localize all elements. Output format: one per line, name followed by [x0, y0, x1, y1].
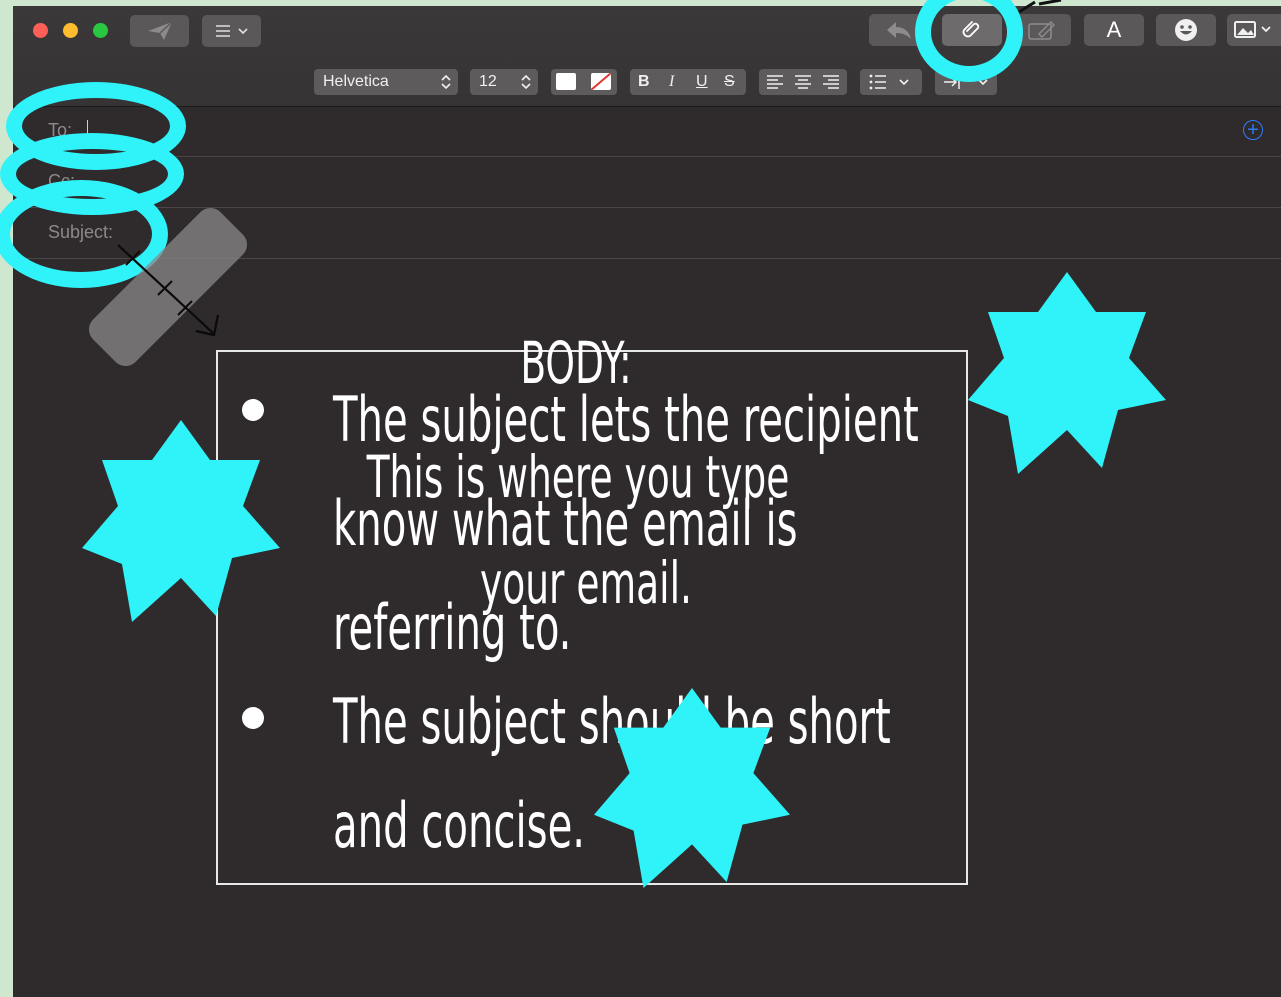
align-left-icon[interactable] — [766, 74, 784, 90]
minimize-window-button[interactable] — [63, 23, 78, 38]
cc-field[interactable]: Cc: — [13, 157, 1281, 208]
compose-toolbar: A Helvetica 12 B I U S — [13, 6, 1281, 107]
photo-chevron-icon — [1234, 21, 1271, 38]
no-color-icon — [591, 73, 611, 90]
bullet-dot — [242, 399, 264, 421]
body-heading-line-2: your email. — [480, 549, 692, 617]
align-center-icon[interactable] — [794, 74, 812, 90]
text-style-group: B I U S — [630, 69, 746, 95]
text-color-swatch[interactable] — [556, 73, 576, 90]
body-heading: BODY: — [520, 329, 632, 397]
body-heading-line-1: This is where you type — [366, 443, 790, 511]
alignment-group — [759, 69, 847, 95]
add-contact-icon[interactable]: + — [1243, 120, 1263, 140]
send-icon — [147, 21, 173, 40]
tip-1: The subject lets the recipient know what… — [333, 368, 919, 680]
zoom-window-button[interactable] — [93, 23, 108, 38]
markup-icon — [1028, 21, 1055, 40]
updown-chevron-icon — [441, 75, 451, 89]
emoji-button[interactable] — [1156, 14, 1216, 46]
bold-button[interactable]: B — [638, 73, 650, 91]
updown-chevron-icon — [521, 75, 531, 89]
font-size-select[interactable]: 12 — [470, 69, 538, 95]
photo-browser-button[interactable] — [1227, 14, 1281, 46]
header-fields-button[interactable] — [202, 15, 261, 47]
annotation-stroke — [1018, 0, 1062, 14]
message-body-box[interactable]: The subject lets the recipient know what… — [216, 330, 968, 885]
arrow-annotation — [88, 207, 248, 367]
send-button[interactable] — [130, 15, 189, 47]
close-window-button[interactable] — [33, 23, 48, 38]
to-field[interactable]: To: + — [13, 106, 1281, 157]
list-style-select[interactable] — [860, 69, 922, 95]
strikethrough-button[interactable]: S — [724, 73, 735, 91]
show-fonts-button[interactable]: A — [1084, 14, 1144, 46]
italic-button[interactable]: I — [669, 73, 674, 91]
star-decoration — [968, 272, 1166, 474]
star-decoration — [593, 688, 791, 888]
reply-icon — [887, 22, 911, 39]
font-family-select[interactable]: Helvetica — [314, 69, 458, 95]
bullet-dot — [242, 707, 264, 729]
background-color-swatch[interactable] — [591, 73, 611, 90]
bullet-list-icon — [869, 74, 909, 90]
star-decoration — [82, 420, 280, 622]
underline-button[interactable]: U — [696, 73, 708, 91]
align-right-icon[interactable] — [822, 74, 840, 90]
smiley-icon — [1175, 19, 1197, 41]
color-buttons — [551, 69, 617, 95]
font-size-value: 12 — [479, 73, 497, 90]
list-chevron-icon — [215, 25, 248, 37]
font-family-value: Helvetica — [323, 73, 389, 90]
